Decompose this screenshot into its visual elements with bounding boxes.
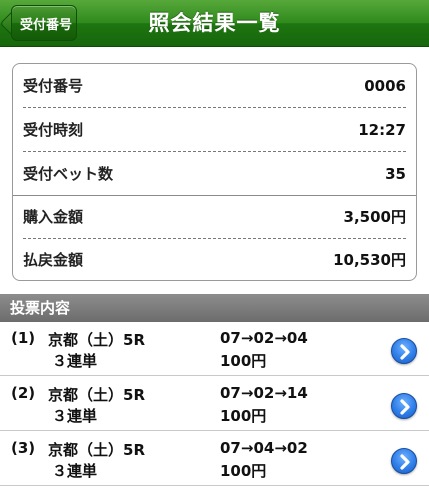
vote-number: (2) [11, 384, 36, 402]
back-button[interactable]: 受付番号 [11, 5, 77, 41]
header-bar: 照会結果一覧 受付番号 [0, 0, 429, 47]
summary-value: 0006 [364, 76, 406, 95]
vote-amount: 100円 [220, 462, 267, 480]
vote-amount: 100円 [220, 407, 267, 425]
vote-race: 京都（土）5R [48, 331, 145, 349]
summary-card: 受付番号 0006 受付時刻 12:27 受付ベット数 35 購入金額 3,50… [12, 63, 417, 281]
summary-value: 10,530円 [333, 251, 406, 269]
vote-race: 京都（土）5R [48, 441, 145, 459]
vote-bet-type: ３連単 [52, 462, 98, 480]
summary-label: 受付番号 [23, 77, 84, 95]
vote-number: (3) [11, 439, 36, 457]
summary-value: 12:27 [358, 120, 406, 139]
summary-value: 35 [385, 164, 406, 183]
vote-combination: 07→02→14 [220, 384, 308, 402]
summary-row-bet-count: 受付ベット数 35 [23, 152, 406, 195]
summary-row-receipt-time: 受付時刻 12:27 [23, 108, 406, 151]
vote-bet-type: ３連単 [52, 407, 98, 425]
chevron-right-icon[interactable] [391, 338, 417, 364]
summary-row-purchase-amount: 購入金額 3,500円 [23, 195, 406, 238]
chevron-right-icon[interactable] [391, 393, 417, 419]
summary-label: 受付ベット数 [23, 165, 114, 183]
vote-list-item[interactable]: (3) 京都（土）5R ３連単 07→04→02 100円 [0, 432, 429, 486]
vote-list-item[interactable]: (2) 京都（土）5R ３連単 07→02→14 100円 [0, 377, 429, 431]
summary-label: 購入金額 [23, 208, 84, 226]
vote-section-header: 投票内容 [0, 294, 429, 322]
vote-number: (1) [11, 329, 36, 347]
vote-amount: 100円 [220, 352, 267, 370]
summary-value: 3,500円 [343, 208, 406, 226]
vote-combination: 07→02→04 [220, 329, 308, 347]
chevron-right-icon[interactable] [391, 448, 417, 474]
vote-list-item[interactable]: (1) 京都（土）5R ３連単 07→02→04 100円 [0, 322, 429, 376]
back-button-wrap[interactable]: 受付番号 [8, 0, 80, 47]
vote-combination: 07→04→02 [220, 439, 308, 457]
vote-bet-type: ３連単 [52, 352, 98, 370]
vote-race: 京都（土）5R [48, 386, 145, 404]
summary-label: 払戻金額 [23, 251, 84, 269]
summary-label: 受付時刻 [23, 121, 84, 139]
summary-row-receipt-number: 受付番号 0006 [23, 64, 406, 107]
summary-row-payout-amount: 払戻金額 10,530円 [23, 238, 406, 280]
